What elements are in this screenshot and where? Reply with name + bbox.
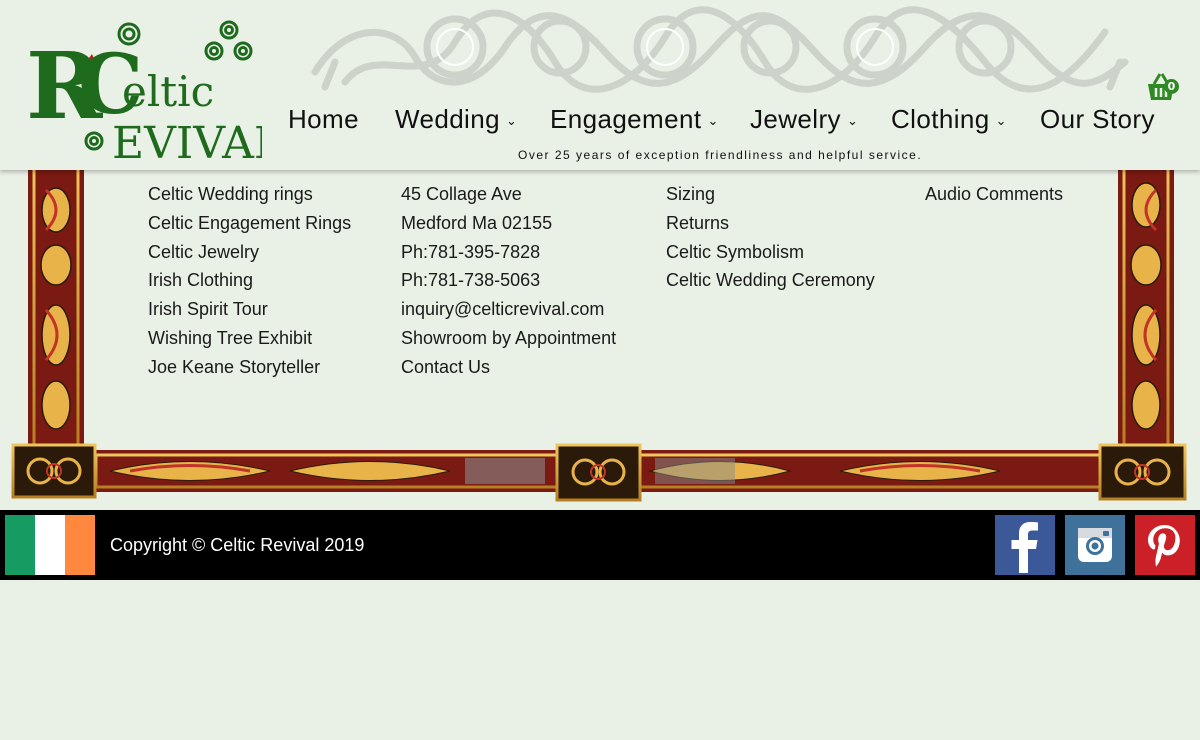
contact-us-link[interactable]: Contact Us	[401, 353, 616, 382]
footer-link[interactable]: Irish Spirit Tour	[148, 295, 351, 324]
address-line: Medford Ma 02155	[401, 212, 553, 233]
footer-column-products: Celtic Wedding rings Celtic Engagement R…	[148, 180, 351, 382]
footer-link[interactable]: Returns	[666, 209, 875, 238]
nav-label: Wedding	[395, 104, 500, 134]
chevron-down-icon: ⌄	[995, 113, 1007, 129]
site-header: R C eltic EVIVAL 0 Home	[0, 0, 1200, 170]
footer-link[interactable]: Irish Clothing	[148, 266, 351, 295]
footer-link[interactable]: Celtic Engagement Rings	[148, 209, 351, 238]
nav-item-home[interactable]: Home	[288, 104, 359, 135]
celtic-knotwork-banner	[311, 6, 1129, 93]
nav-label: Clothing	[891, 104, 990, 134]
instagram-icon[interactable]	[1065, 515, 1125, 575]
footer-link[interactable]: Joe Keane Storyteller	[148, 353, 351, 382]
facebook-icon[interactable]	[995, 515, 1055, 575]
footer-column-info: Sizing Returns Celtic Symbolism Celtic W…	[666, 180, 875, 295]
footer-link[interactable]: Audio Comments	[925, 180, 1063, 209]
nav-label: Our Story	[1040, 104, 1155, 134]
irish-flag-icon	[5, 515, 95, 575]
copyright-text: Copyright © Celtic Revival 2019	[110, 535, 365, 555]
nav-item-clothing[interactable]: Clothing ⌄	[891, 104, 1007, 135]
footer-column-extra: Audio Comments	[925, 180, 1063, 209]
phone-number[interactable]: Ph:781-395-7828	[401, 238, 616, 267]
phone-number[interactable]: Ph:781-738-5063	[401, 266, 616, 295]
site-tagline: Over 25 years of exception friendliness …	[518, 148, 923, 162]
nav-item-wedding[interactable]: Wedding ⌄	[395, 104, 517, 135]
svg-text:EVIVAL: EVIVAL	[112, 118, 262, 163]
footer-link[interactable]: Sizing	[666, 180, 875, 209]
footer-link[interactable]: Celtic Symbolism	[666, 238, 875, 267]
email-link[interactable]: inquiry@celticrevival.com	[401, 295, 616, 324]
footer-column-contact: 45 Collage Ave Medford Ma 02155 Ph:781-3…	[401, 180, 616, 382]
address-line: 45 Collage Ave	[401, 184, 522, 204]
chevron-down-icon: ⌄	[707, 113, 719, 129]
nav-item-jewelry[interactable]: Jewelry ⌄	[750, 104, 858, 135]
copyright-bar: Copyright © Celtic Revival 2019	[0, 510, 1200, 580]
chevron-down-icon: ⌄	[505, 113, 518, 129]
nav-label: Engagement	[550, 104, 702, 134]
footer-link[interactable]: Celtic Wedding Ceremony	[666, 266, 875, 295]
cart-button[interactable]: 0	[1144, 70, 1184, 106]
pinterest-icon[interactable]	[1135, 515, 1195, 575]
celtic-revival-logo[interactable]: R C eltic EVIVAL	[22, 8, 262, 163]
showroom-note: Showroom by Appointment	[401, 327, 617, 348]
nav-label: Jewelry	[750, 104, 841, 134]
nav-item-our-story[interactable]: Our Story	[1040, 104, 1155, 135]
footer-link[interactable]: Celtic Jewelry	[148, 238, 351, 267]
footer-link[interactable]: Celtic Wedding rings	[148, 180, 351, 209]
nav-item-engagement[interactable]: Engagement ⌄	[550, 104, 719, 135]
cart-count-badge: 0	[1164, 79, 1179, 94]
svg-text:eltic: eltic	[122, 67, 214, 116]
footer-link[interactable]: Wishing Tree Exhibit	[148, 324, 351, 353]
nav-label: Home	[288, 104, 359, 134]
chevron-down-icon: ⌄	[846, 113, 859, 129]
